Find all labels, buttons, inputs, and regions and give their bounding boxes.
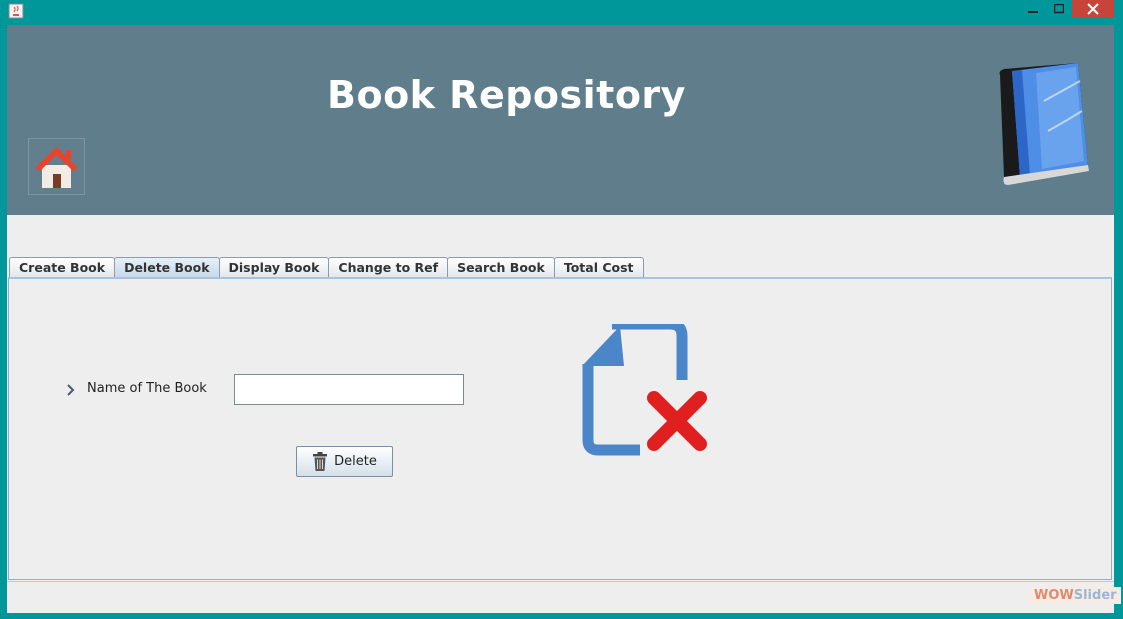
delete-book-panel: Name of The Book Delete [8, 277, 1112, 580]
tab-bar: Create Book Delete Book Display Book Cha… [9, 257, 644, 278]
tab-display-book[interactable]: Display Book [218, 257, 330, 277]
book-name-label: Name of The Book [87, 381, 207, 396]
tab-search-book[interactable]: Search Book [447, 257, 555, 277]
chevron-right-icon [67, 384, 75, 396]
window-content: Book Repository Create Book Delete Book … [7, 25, 1121, 613]
home-button[interactable] [28, 138, 85, 195]
wowslider-watermark: WOWSlider [1030, 587, 1121, 604]
maximize-icon [1054, 4, 1064, 14]
delete-document-icon [582, 324, 707, 456]
window-titlebar [0, 0, 1123, 24]
tab-total-cost[interactable]: Total Cost [553, 257, 644, 277]
tab-change-to-ref[interactable]: Change to Ref [328, 257, 449, 277]
book-name-input[interactable] [234, 374, 464, 405]
maximize-button[interactable] [1046, 0, 1072, 18]
minimize-button[interactable] [1020, 0, 1046, 18]
tab-delete-book[interactable]: Delete Book [114, 257, 220, 277]
close-button[interactable] [1072, 0, 1114, 18]
status-bar: WOWSlider [7, 581, 1121, 613]
delete-button[interactable]: Delete [296, 446, 393, 477]
book-icon [999, 63, 1089, 185]
header-banner: Book Repository [7, 25, 1114, 215]
minimize-icon [1028, 11, 1038, 13]
trash-icon [313, 451, 328, 471]
delete-button-label: Delete [334, 454, 377, 469]
close-icon [1087, 3, 1099, 15]
page-title: Book Repository [327, 73, 686, 117]
home-icon [35, 147, 78, 188]
java-app-icon [8, 3, 24, 19]
tab-create-book[interactable]: Create Book [9, 257, 116, 277]
